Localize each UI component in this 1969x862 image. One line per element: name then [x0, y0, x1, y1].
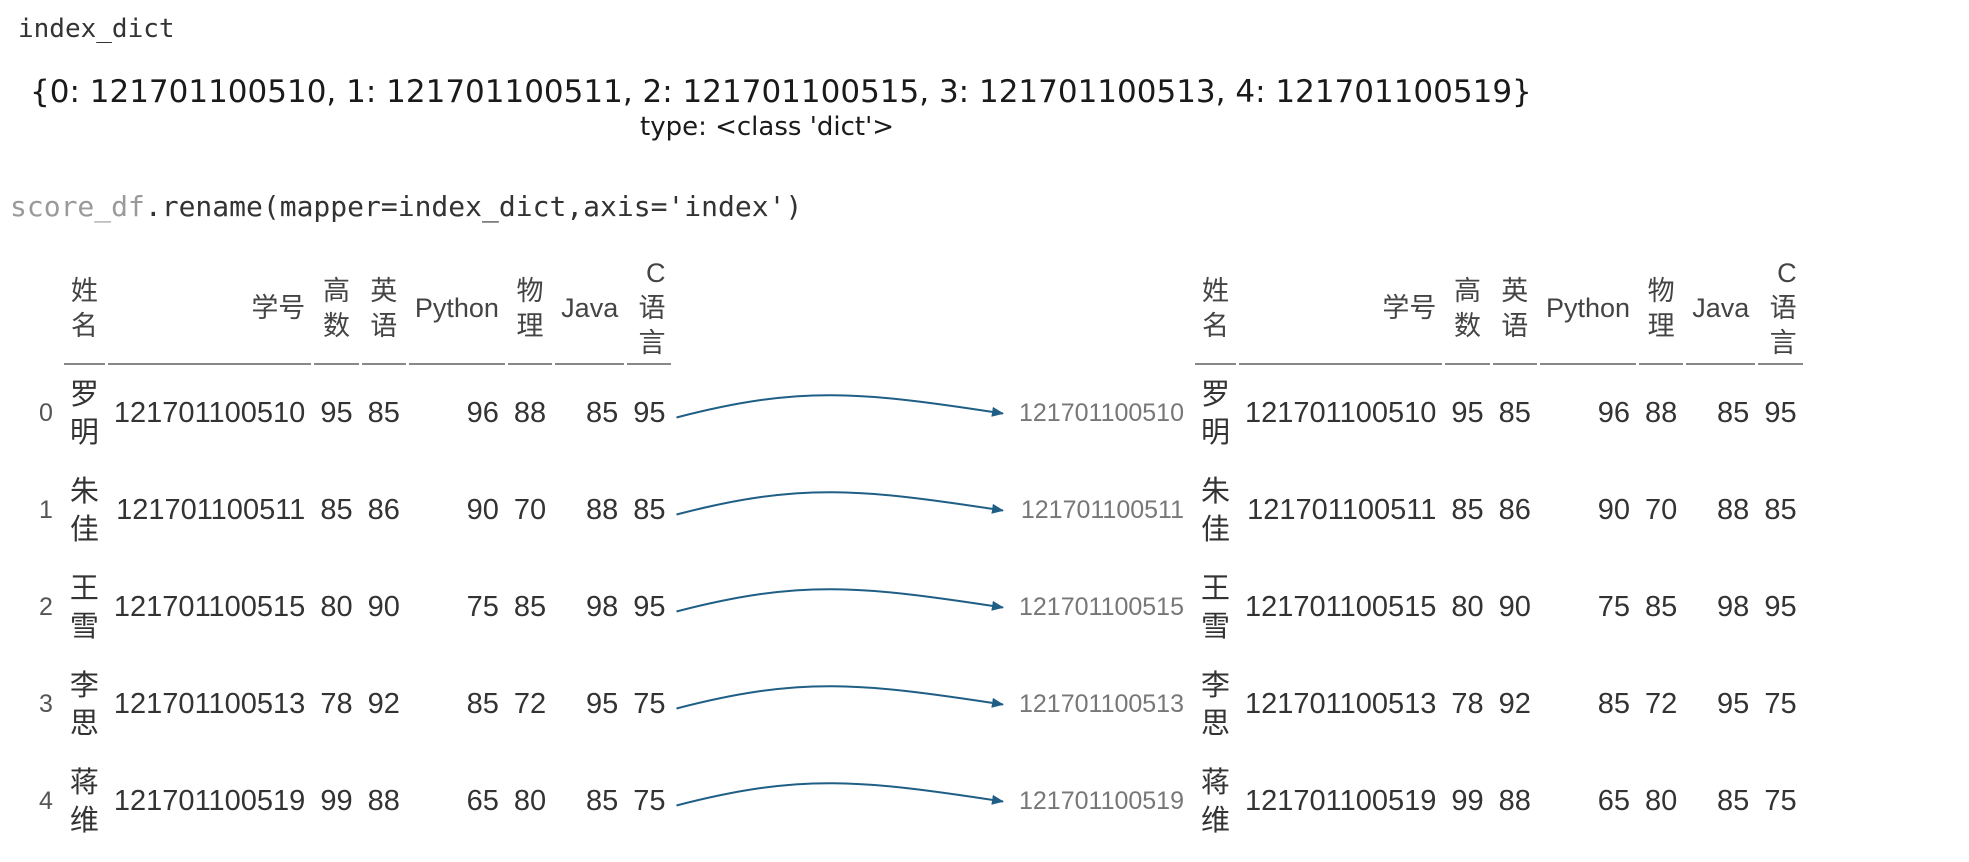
mapping-arrow — [676, 491, 1004, 516]
mapping-arrow — [676, 588, 1004, 613]
mapping-arrow — [676, 782, 1004, 807]
mapping-arrow — [676, 394, 1004, 419]
mapping-arrows — [676, 394, 1004, 807]
mapping-arrow — [676, 685, 1004, 710]
